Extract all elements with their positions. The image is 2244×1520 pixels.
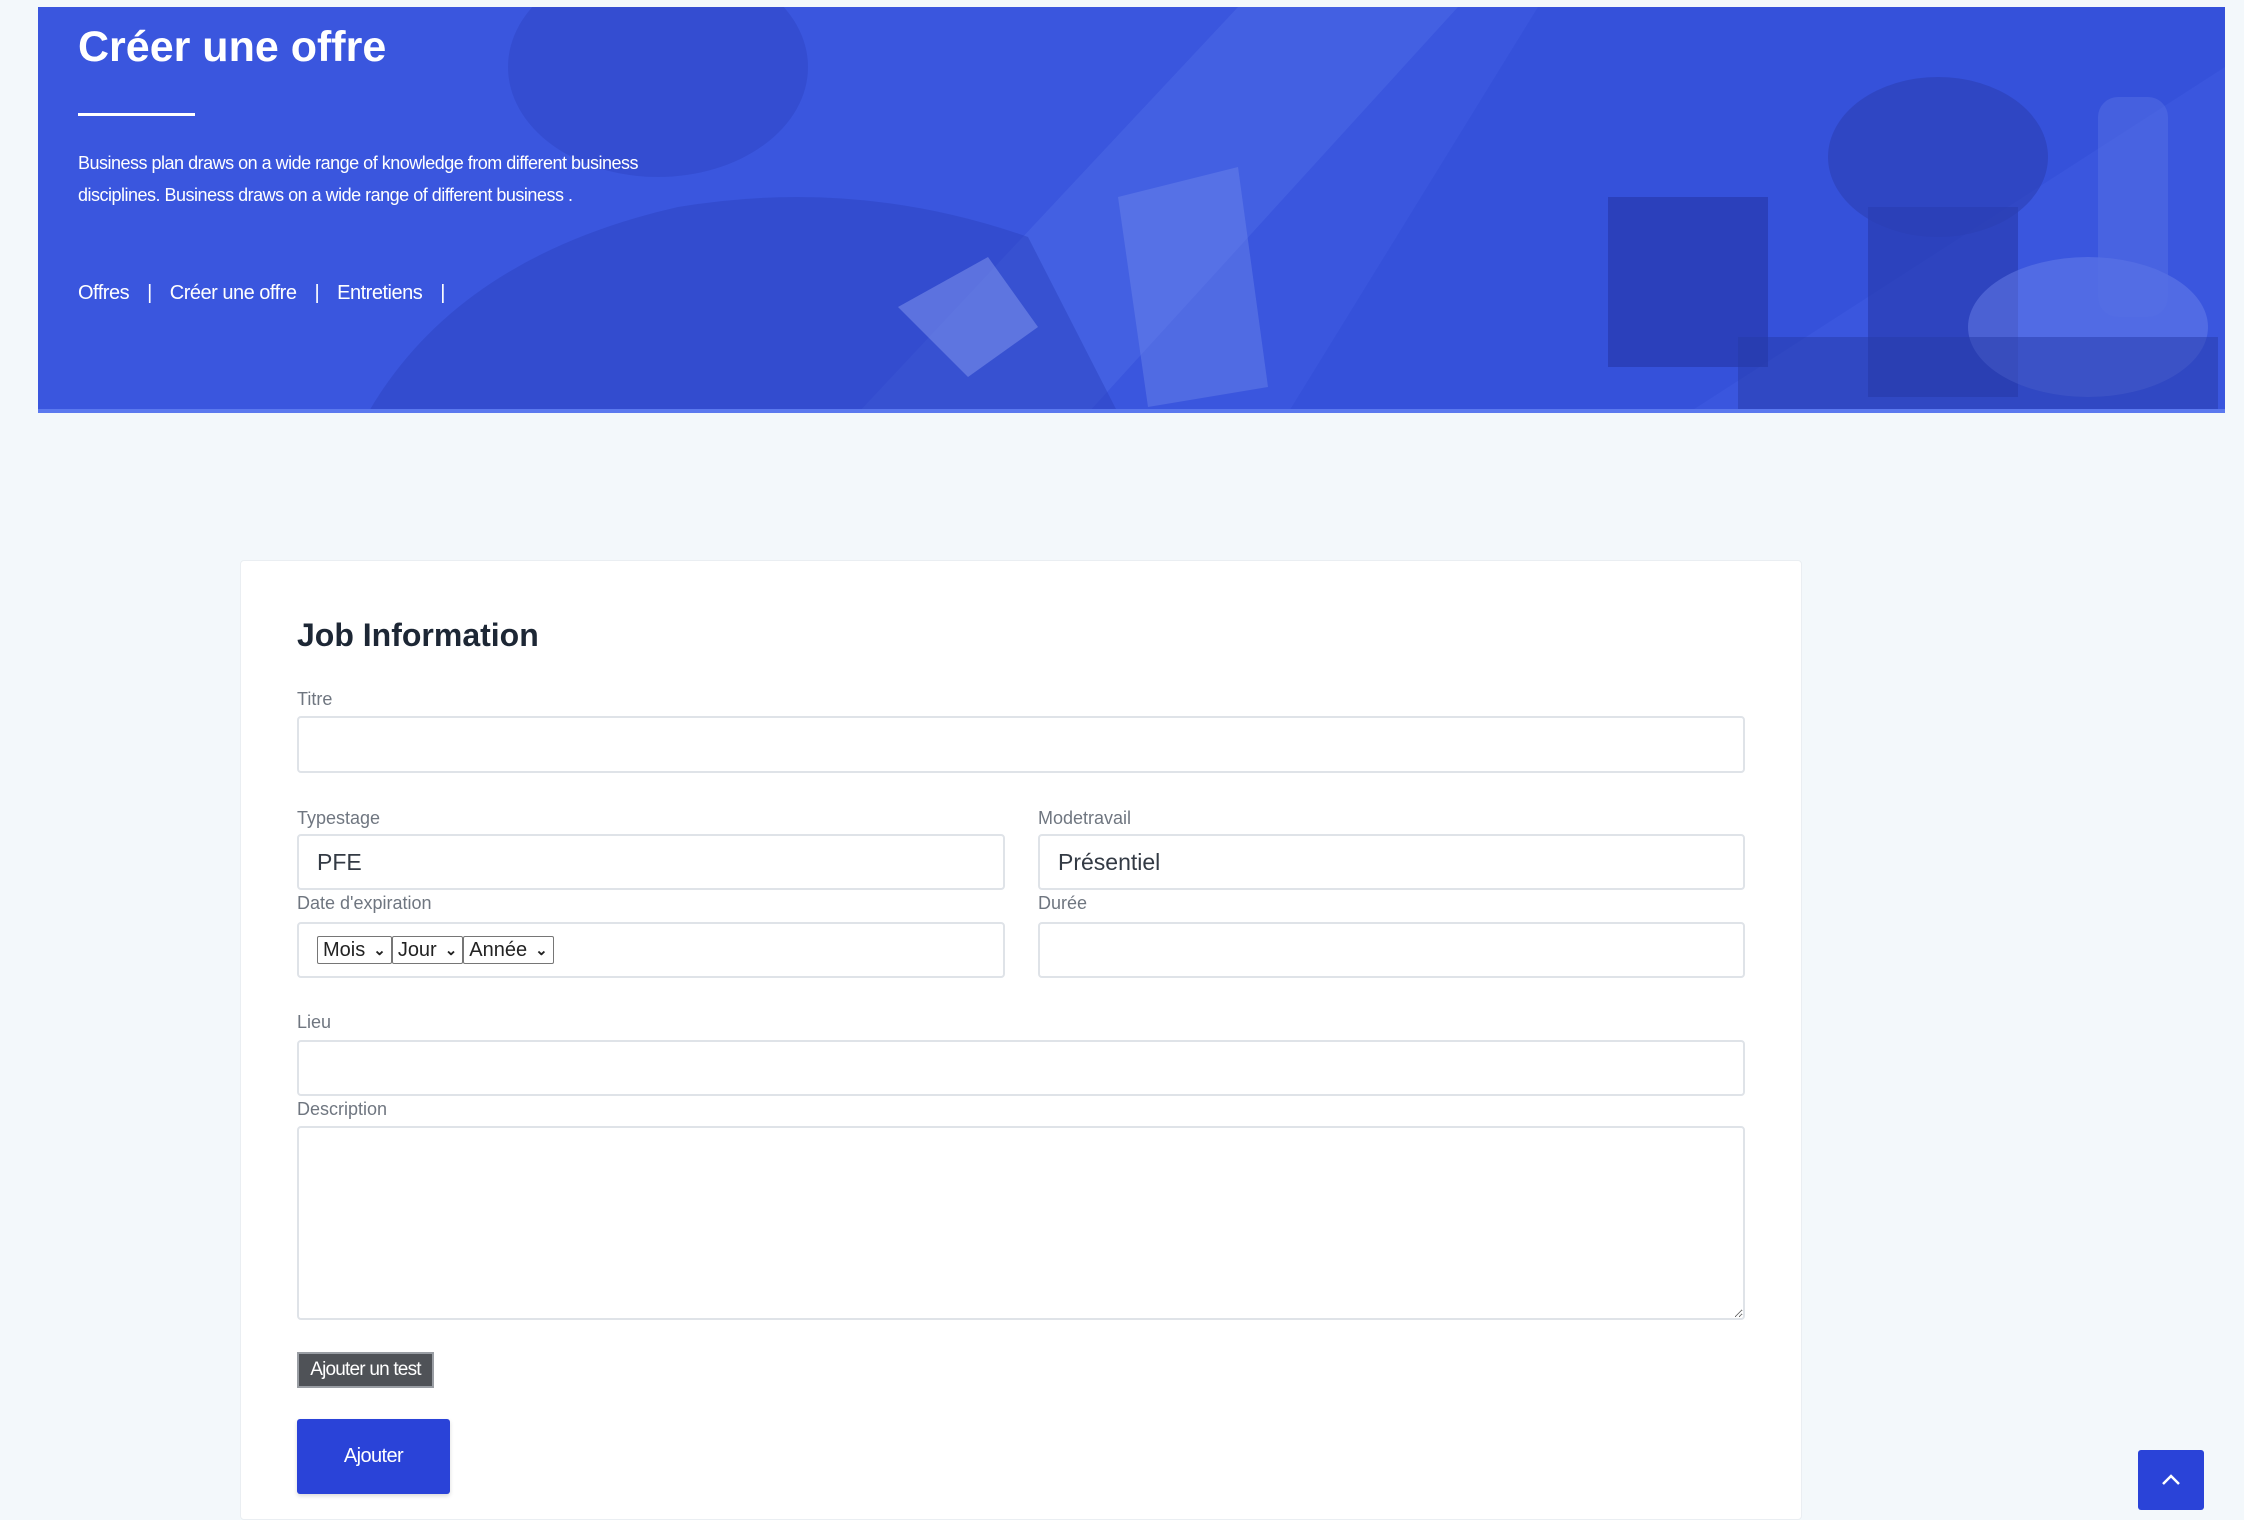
lieu-label: Lieu [297, 1012, 332, 1032]
breadcrumb-separator: | [147, 282, 152, 304]
modetravail-label: Modetravail [1038, 808, 1132, 828]
date-expiration-field: Mois ⌄ Jour ⌄ Année ⌄ [297, 922, 1005, 978]
breadcrumb-entretiens[interactable]: Entretiens [337, 282, 423, 305]
chevron-down-icon: ⌄ [444, 942, 458, 959]
titre-label: Titre [297, 689, 333, 709]
intro-line: Business plan draws on a wide range of k… [78, 153, 639, 173]
breadcrumb-creer-offre[interactable]: Créer une offre [170, 282, 297, 305]
breadcrumb-separator: | [440, 282, 445, 304]
scroll-to-top-button[interactable] [2138, 1450, 2204, 1510]
add-test-button[interactable]: Ajouter un test [297, 1352, 434, 1388]
description-textarea[interactable] [297, 1126, 1745, 1320]
typestage-input[interactable] [297, 834, 1005, 890]
year-select-value: Année [469, 938, 528, 961]
duree-label: Durée [1038, 893, 1088, 913]
year-select[interactable]: Année ⌄ [463, 936, 554, 964]
chevron-up-icon [2162, 1474, 2180, 1485]
submit-button[interactable]: Ajouter [297, 1419, 450, 1494]
page-title: Créer une offre [78, 23, 387, 71]
chevron-down-icon: ⌄ [373, 942, 386, 959]
month-select-value: Mois [323, 938, 366, 961]
intro-text: Business plan draws on a wide range of k… [78, 147, 838, 211]
day-select-value: Jour [397, 938, 437, 961]
month-select[interactable]: Mois ⌄ [317, 936, 392, 964]
date-expiration-label: Date d'expiration [297, 893, 432, 913]
title-underline [78, 113, 195, 116]
modetravail-input[interactable] [1038, 834, 1745, 890]
form-title: Job Information [297, 617, 539, 653]
breadcrumb-offres[interactable]: Offres [78, 282, 130, 305]
day-select[interactable]: Jour ⌄ [391, 936, 464, 964]
chevron-down-icon: ⌄ [535, 942, 548, 959]
breadcrumb: Offres | Créer une offre | Entretiens | [78, 282, 463, 305]
lieu-input[interactable] [297, 1040, 1745, 1096]
hero-banner: Créer une offre Business plan draws on a… [38, 7, 2225, 413]
duree-input[interactable] [1038, 922, 1745, 978]
breadcrumb-separator: | [314, 282, 320, 304]
intro-line: disciplines. Business draws on a wide ra… [78, 185, 573, 205]
banner-divider [38, 409, 2225, 413]
typestage-label: Typestage [297, 808, 381, 828]
description-label: Description [297, 1099, 388, 1119]
titre-input[interactable] [297, 716, 1745, 773]
